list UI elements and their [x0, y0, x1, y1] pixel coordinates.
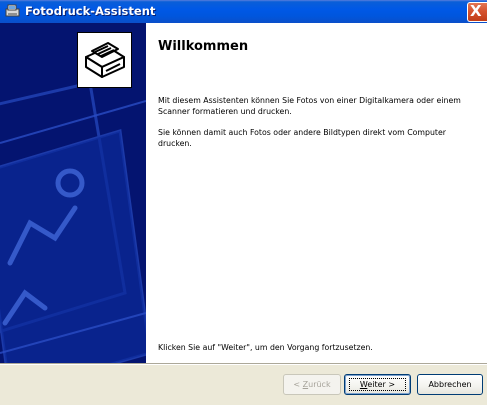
- continue-instruction: Klicken Sie auf "Weiter", um den Vorgang…: [158, 343, 373, 352]
- close-button[interactable]: X: [467, 2, 487, 22]
- cancel-button[interactable]: Abbrechen: [417, 374, 483, 395]
- photo-printer-icon: [5, 4, 21, 18]
- back-prefix: <: [293, 380, 303, 389]
- back-button[interactable]: < Zurück: [283, 374, 341, 395]
- wizard-window: Fotodruck-Assistent X Willkommen Mit die…: [0, 0, 487, 405]
- description-text: Sie können damit auch Fotos oder andere …: [158, 128, 446, 148]
- window-title: Fotodruck-Assistent: [25, 4, 156, 18]
- page-title: Willkommen: [158, 39, 249, 54]
- button-bar: [0, 365, 487, 405]
- next-button[interactable]: Weiter >: [344, 374, 411, 395]
- focus-rectangle: [349, 378, 406, 391]
- title-bar[interactable]: Fotodruck-Assistent X: [0, 0, 487, 23]
- wizard-side-panel: [0, 23, 146, 363]
- intro-text: Mit diesem Assistenten können Sie Fotos …: [158, 96, 461, 116]
- photo-printer-icon: [77, 32, 132, 88]
- close-icon: X: [470, 2, 482, 20]
- back-label: urück: [308, 380, 331, 389]
